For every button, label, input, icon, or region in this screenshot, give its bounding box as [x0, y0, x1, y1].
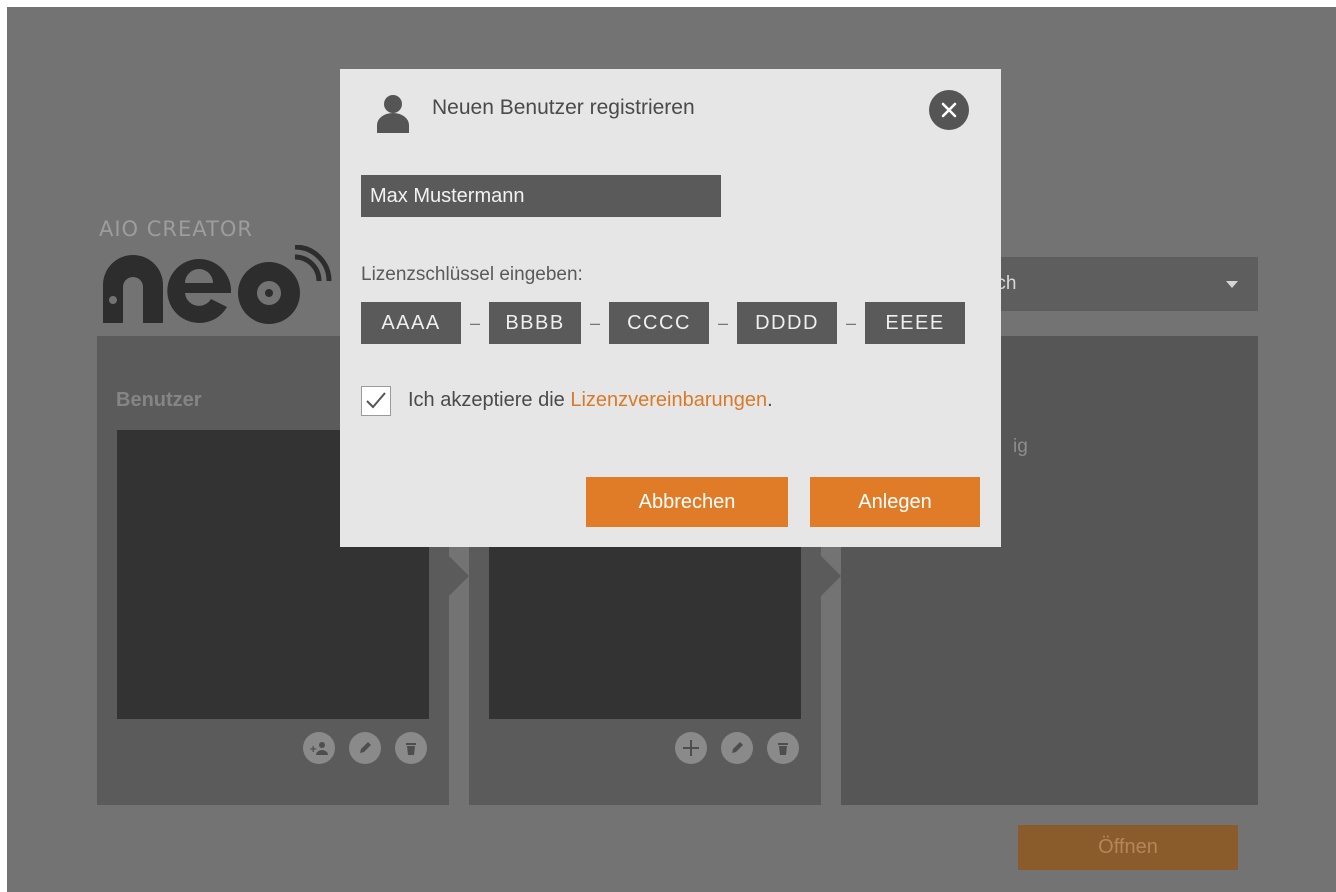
language-select[interactable]: utsch	[959, 257, 1258, 311]
license-separator: –	[845, 312, 856, 333]
username-input[interactable]	[361, 175, 721, 217]
trash-icon	[778, 743, 788, 755]
trash-icon	[406, 743, 416, 755]
register-user-dialog: Neuen Benutzer registrieren Lizenzschlüs…	[340, 69, 1001, 547]
license-agreement-link[interactable]: Lizenzvereinbarungen	[570, 389, 767, 411]
license-field-5[interactable]: EEEE	[865, 302, 965, 344]
open-button[interactable]: Öffnen	[1018, 825, 1238, 870]
cancel-button[interactable]: Abbrechen	[586, 477, 788, 527]
add-user-icon: +	[309, 742, 328, 755]
license-separator: –	[717, 312, 728, 333]
edit-user-button[interactable]	[349, 732, 381, 764]
logo-neo-icon	[103, 245, 332, 324]
svg-text:+: +	[309, 744, 317, 755]
add-user-button[interactable]: +	[303, 732, 335, 764]
license-field-3[interactable]: CCCC	[609, 302, 709, 344]
license-label: Lizenzschlüssel eingeben:	[361, 264, 583, 285]
create-button[interactable]: Anlegen	[810, 477, 980, 527]
license-field-1[interactable]: AAAA	[361, 302, 461, 344]
pencil-icon	[732, 742, 743, 753]
delete-project-button[interactable]	[767, 732, 799, 764]
plus-icon	[683, 740, 699, 756]
accept-license-label: Ich akzeptiere die Lizenzvereinbarungen.	[408, 389, 773, 412]
projects-toolbar	[675, 732, 799, 764]
close-button[interactable]	[929, 90, 969, 130]
users-toolbar: +	[303, 732, 427, 764]
user-icon	[377, 95, 409, 133]
users-panel-title: Benutzer	[116, 389, 202, 411]
license-field-4[interactable]: DDDD	[737, 302, 837, 344]
dialog-title: Neuen Benutzer registrieren	[432, 96, 695, 119]
accept-suffix: .	[767, 389, 773, 411]
pencil-icon	[360, 742, 371, 753]
license-key-fields: AAAA – BBBB – CCCC – DDDD – EEEE	[361, 302, 965, 344]
license-separator: –	[469, 312, 480, 333]
panel-arrow-icon	[449, 556, 469, 596]
chevron-down-icon	[1226, 281, 1238, 288]
info-text: ig	[1013, 436, 1028, 457]
delete-user-button[interactable]	[395, 732, 427, 764]
license-field-2[interactable]: BBBB	[489, 302, 581, 344]
accept-text: Ich akzeptiere die	[408, 389, 571, 411]
app-logo: AIO CREATOR	[99, 217, 339, 327]
add-project-button[interactable]	[675, 732, 707, 764]
license-separator: –	[589, 312, 600, 333]
checkmark-icon	[366, 392, 386, 409]
close-icon	[941, 102, 957, 118]
logo-subtitle: AIO CREATOR	[99, 217, 253, 241]
panel-arrow-icon	[821, 556, 841, 596]
edit-project-button[interactable]	[721, 732, 753, 764]
accept-license-checkbox[interactable]	[361, 386, 391, 416]
